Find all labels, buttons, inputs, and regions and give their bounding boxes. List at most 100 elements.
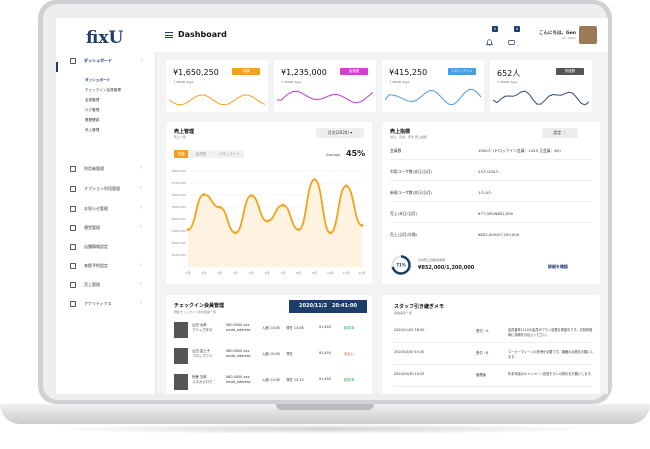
status-badge[interactable]: 精算済 — [344, 325, 354, 330]
tab-dropin[interactable]: ドロップイン — [214, 150, 244, 158]
sidebar-item-label[interactable]: 運営管理 — [84, 225, 100, 231]
metric-label: 売上(本日/当月) — [390, 211, 418, 216]
tab-monthly[interactable]: 月額 — [174, 150, 188, 158]
y-tick-label: ¥500,000 — [172, 205, 186, 209]
laptop-notch — [276, 404, 374, 410]
app-logo[interactable]: fixU — [86, 28, 123, 48]
x-tick-label: 6月 — [265, 271, 270, 275]
metric-value: ¥77,000/¥852,000 — [478, 211, 514, 216]
tab-members[interactable]: 会員数 — [188, 150, 214, 158]
member-name: 山田 富士子 フロップフジ — [192, 349, 213, 358]
member-photo — [174, 348, 188, 364]
chevron-right-icon[interactable]: › — [140, 224, 142, 230]
member-photo — [174, 322, 188, 338]
member-contact: 080-0000-xxx email_address — [226, 375, 251, 384]
sidebar-item-label[interactable]: オプション利用管理 — [84, 186, 120, 192]
page-title: Dashboard — [178, 30, 227, 39]
y-tick-label: ¥700,000 — [172, 181, 186, 185]
settings-button[interactable]: 設定 ⋮ — [542, 128, 578, 138]
sidebar-subitem[interactable]: 売上管理 — [85, 128, 99, 133]
data-point[interactable] — [313, 178, 316, 181]
status-badge[interactable]: 未払い — [344, 351, 354, 356]
metrics-subtitle: 当日、月次、年次 売上指標 — [390, 135, 427, 139]
x-tick-label: 11月 — [343, 271, 350, 275]
stat-trend: ↑ ¥NOR days — [173, 80, 194, 84]
stat-trend: ↑ ¥NOR days — [497, 80, 518, 84]
chevron-down-icon[interactable]: ⌄ — [140, 57, 144, 63]
checkin-time: 入館 10:08 — [262, 352, 280, 356]
metric-label: 利用ユーザ数(本日/当月) — [390, 169, 433, 174]
chevron-right-icon[interactable]: › — [140, 165, 142, 171]
data-point[interactable] — [218, 205, 222, 209]
checkin-title: チェックイン会員管理 — [174, 303, 225, 309]
data-point[interactable] — [249, 194, 253, 197]
divider — [394, 364, 592, 365]
x-tick-label: 9月 — [312, 271, 317, 275]
detail-link[interactable]: 詳細を確認 — [548, 264, 568, 270]
period-dropdown[interactable]: 月次(2020) ▾ — [316, 128, 364, 138]
sidebar-item-label[interactable]: 利用者管理 — [84, 166, 104, 172]
notice-icon — [70, 206, 76, 212]
data-point[interactable] — [360, 224, 364, 227]
x-tick-label: 4月 — [233, 271, 238, 275]
sidebar-item-label[interactable]: 来館予約設定 — [84, 263, 108, 269]
stat-trend: ↑ ¥NOR days — [281, 80, 302, 84]
data-point[interactable] — [328, 231, 332, 235]
fee: ¥1,450 — [319, 351, 331, 355]
calendar-icon — [70, 263, 76, 269]
x-tick-label: 3月 — [217, 271, 222, 275]
chevron-right-icon[interactable]: › — [140, 262, 142, 268]
memo-title: スタッフ引き継ぎメモ — [394, 304, 445, 310]
chevron-right-icon[interactable]: › — [140, 281, 142, 287]
users-icon — [70, 166, 76, 172]
divider — [390, 159, 592, 160]
data-point[interactable] — [281, 203, 285, 207]
sidebar-item-label[interactable]: アナリティクス — [84, 301, 112, 307]
divider — [390, 180, 592, 181]
progress-label: 月次売上目標達成率 — [418, 258, 446, 262]
sidebar-subitem[interactable]: 履歴確認 — [85, 118, 99, 123]
stat-sparkline — [277, 90, 373, 104]
memo-date: 2020/10/30 15:35 — [394, 350, 425, 354]
stat-value: 652人 — [497, 69, 521, 78]
sidebar-item-label[interactable]: ダッシュボード — [84, 58, 112, 64]
notification-badge: 0 — [492, 26, 498, 32]
x-tick-label: 8月 — [296, 271, 301, 275]
sidebar-item-label[interactable]: 店舗情報設定 — [84, 244, 108, 250]
y-tick-label: ¥800,000 — [172, 169, 186, 173]
sales-icon — [70, 282, 76, 288]
member-contact: 080-0000-xxx email_address — [226, 349, 251, 358]
data-point[interactable] — [265, 219, 269, 223]
data-point[interactable] — [344, 184, 348, 188]
sidebar-subitem[interactable]: チェックイン会員管理 — [85, 88, 121, 93]
data-point[interactable] — [186, 228, 190, 232]
fee: ¥1,450 — [319, 377, 331, 381]
stat-sparkline — [493, 90, 589, 106]
bell-icon[interactable] — [485, 31, 494, 46]
chevron-right-icon[interactable]: › — [140, 300, 142, 306]
data-point[interactable] — [202, 193, 206, 196]
stay-time: 滞在 13:58 — [286, 326, 304, 330]
x-tick-label: 2月 — [201, 271, 206, 275]
chevron-right-icon[interactable]: › — [140, 205, 142, 211]
metric-value: 1人/4人 — [478, 190, 492, 195]
divider — [390, 201, 592, 202]
sidebar-subitem[interactable]: ダッシュボード — [85, 78, 110, 83]
status-badge[interactable]: 精算済 — [344, 377, 354, 382]
avatar[interactable] — [579, 26, 597, 44]
member-photo — [174, 374, 188, 390]
data-point[interactable] — [234, 231, 237, 235]
member-name: 山田 太郎 フリップタロ — [192, 323, 213, 332]
chevron-right-icon[interactable]: › — [140, 185, 142, 191]
sidebar-subitem[interactable]: 会員管理 — [85, 98, 99, 103]
message-icon[interactable] — [508, 31, 515, 45]
sidebar-item-label[interactable]: 売上管理 — [84, 282, 100, 288]
chevron-down-icon: ▾ — [350, 130, 353, 135]
memo-date: 2020/10/30 10:25 — [394, 372, 425, 376]
hamburger-menu-icon[interactable] — [165, 32, 173, 38]
admin-icon — [70, 225, 76, 231]
sidebar-subitem[interactable]: ログ管理 — [85, 108, 99, 113]
memo-author: 受付・A — [476, 329, 489, 333]
data-point[interactable] — [297, 228, 301, 232]
sidebar-item-label[interactable]: お知らせ管理 — [84, 206, 108, 212]
